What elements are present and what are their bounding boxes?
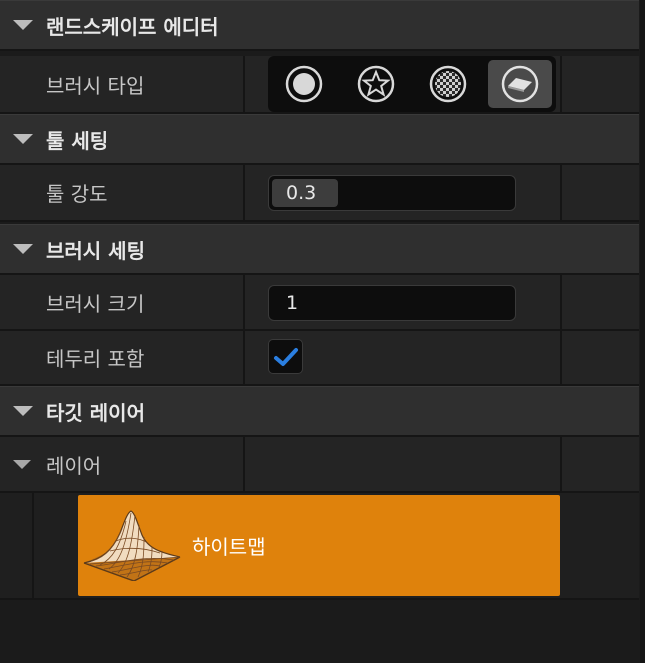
- expand-triangle-icon[interactable]: [13, 459, 31, 469]
- include-edge-label: 테두리 포함: [46, 347, 145, 371]
- collapse-triangle-icon[interactable]: [13, 134, 33, 144]
- brush-type-selector: [268, 56, 556, 112]
- column-divider: [560, 275, 562, 329]
- brush-size-value: 1: [286, 292, 299, 314]
- column-divider: [243, 275, 245, 329]
- collapse-triangle-icon[interactable]: [13, 20, 33, 30]
- brush-type-component-button[interactable]: [488, 60, 552, 108]
- star-brush-icon: [357, 65, 395, 103]
- column-divider: [243, 165, 245, 220]
- tool-strength-slider-input[interactable]: 0.3: [268, 175, 516, 211]
- column-divider: [560, 56, 562, 112]
- landscape-editor-panel: 랜드스케이프 에디터 브러시 타입 툴 세팅 툴 강도 0.3 브러시 세팅 브…: [0, 0, 641, 663]
- tool-strength-value: 0.3: [286, 182, 317, 204]
- vertical-scrollbar[interactable]: [640, 0, 645, 663]
- component-brush-icon: [501, 65, 539, 103]
- layer-item-heightmap[interactable]: 하이트맵: [78, 495, 560, 596]
- tool-strength-label: 툴 강도: [46, 182, 108, 206]
- pattern-brush-icon: [429, 65, 467, 103]
- section-title: 툴 세팅: [46, 128, 109, 153]
- collapse-triangle-icon[interactable]: [13, 406, 33, 416]
- tree-indent-line: [32, 493, 34, 598]
- brush-type-pattern-button[interactable]: [416, 60, 480, 108]
- section-header-target-layer[interactable]: 타깃 레이어: [0, 386, 639, 437]
- layer-group-label: 레이어: [46, 453, 102, 478]
- column-divider: [243, 331, 245, 384]
- column-divider: [560, 165, 562, 220]
- brush-size-input[interactable]: 1: [268, 285, 516, 321]
- brush-type-circle-button[interactable]: [272, 60, 336, 108]
- column-divider: [560, 331, 562, 384]
- row-include-edge: 테두리 포함: [0, 331, 639, 386]
- column-divider: [243, 437, 245, 491]
- brush-type-label: 브러시 타입: [46, 73, 145, 98]
- layer-list: 하이트맵: [0, 493, 639, 600]
- section-title: 브러시 세팅: [46, 238, 145, 263]
- layer-name: 하이트맵: [192, 535, 266, 559]
- column-divider: [560, 437, 562, 491]
- include-edge-checkbox[interactable]: [268, 339, 303, 374]
- collapse-triangle-icon[interactable]: [13, 244, 33, 254]
- section-title: 타깃 레이어: [46, 400, 145, 425]
- brush-type-alpha-button[interactable]: [344, 60, 408, 108]
- heightmap-icon: [83, 510, 181, 581]
- section-header-landscape-editor[interactable]: 랜드스케이프 에디터: [0, 0, 639, 51]
- section-header-brush-settings[interactable]: 브러시 세팅: [0, 224, 639, 275]
- checkmark-icon: [273, 347, 298, 366]
- circle-brush-icon: [285, 65, 323, 103]
- row-layers-group[interactable]: 레이어: [0, 437, 639, 493]
- column-divider: [243, 56, 245, 112]
- brush-size-label: 브러시 크기: [46, 291, 145, 316]
- section-header-tool-settings[interactable]: 툴 세팅: [0, 114, 639, 165]
- section-title: 랜드스케이프 에디터: [46, 14, 219, 39]
